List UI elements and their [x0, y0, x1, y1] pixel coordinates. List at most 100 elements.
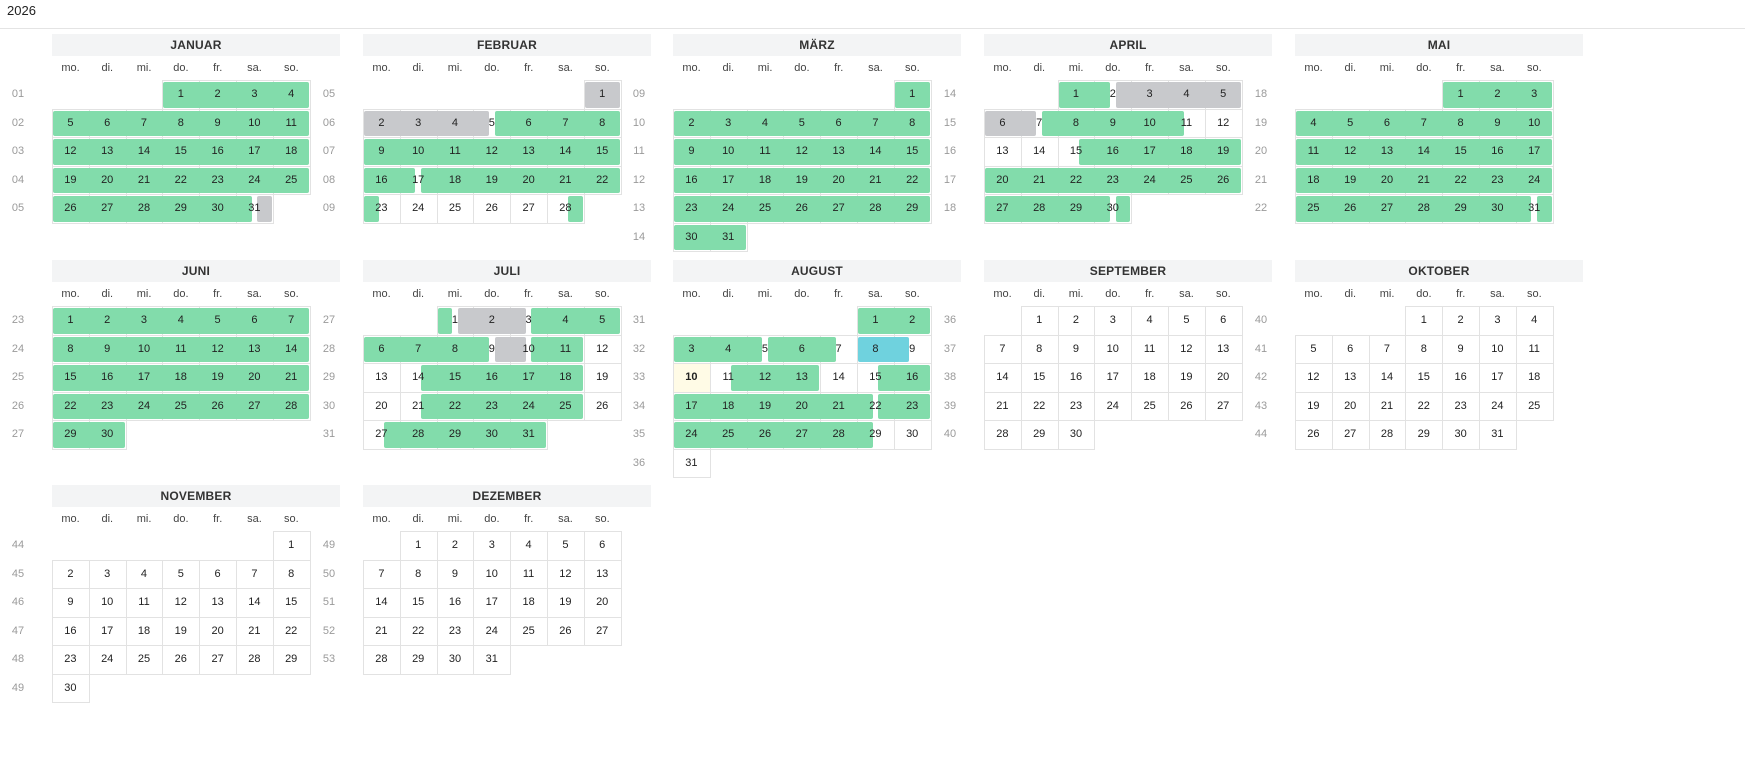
- booking-bar-green[interactable]: [163, 82, 309, 108]
- booking-bar-green[interactable]: [53, 196, 252, 222]
- day-cell[interactable]: [1331, 391, 1370, 421]
- day-cell[interactable]: [272, 588, 311, 618]
- day-cell[interactable]: [436, 588, 475, 618]
- day-cell[interactable]: [984, 334, 1022, 364]
- day-cell[interactable]: [1131, 391, 1169, 421]
- day-cell[interactable]: [1057, 391, 1096, 421]
- day-cell[interactable]: [1331, 334, 1370, 364]
- day-cell[interactable]: [1515, 363, 1554, 393]
- booking-bar-green[interactable]: [674, 422, 873, 448]
- day-cell[interactable]: [583, 559, 622, 589]
- booking-bar-gray[interactable]: [364, 110, 489, 136]
- day-cell[interactable]: [547, 531, 585, 561]
- day-cell[interactable]: [1442, 363, 1480, 393]
- booking-bar-green[interactable]: [53, 422, 125, 448]
- day-cell[interactable]: [1368, 334, 1407, 364]
- booking-bar-green[interactable]: [858, 308, 930, 334]
- day-cell[interactable]: [583, 588, 622, 618]
- day-cell[interactable]: [1020, 334, 1059, 364]
- day-cell[interactable]: [52, 588, 90, 618]
- day-cell[interactable]: [473, 645, 512, 675]
- day-cell[interactable]: [1057, 334, 1096, 364]
- day-cell[interactable]: [272, 645, 311, 675]
- booking-bar-green[interactable]: [674, 196, 930, 222]
- booking-bar-green[interactable]: [421, 393, 583, 419]
- day-cell[interactable]: [473, 616, 512, 646]
- day-cell[interactable]: [199, 588, 237, 618]
- day-cell[interactable]: [1094, 363, 1133, 393]
- day-cell[interactable]: [162, 645, 201, 675]
- day-cell[interactable]: [1057, 363, 1096, 393]
- day-cell[interactable]: [1204, 306, 1243, 336]
- day-cell[interactable]: [236, 645, 274, 675]
- day-cell[interactable]: [1295, 391, 1333, 421]
- day-cell[interactable]: [199, 645, 237, 675]
- day-cell[interactable]: [1094, 391, 1133, 421]
- day-cell[interactable]: [1368, 420, 1407, 450]
- booking-bar-green[interactable]: [767, 336, 836, 362]
- day-cell[interactable]: [88, 588, 127, 618]
- booking-bar-green[interactable]: [894, 82, 930, 108]
- day-cell[interactable]: [199, 616, 237, 646]
- booking-bar-green[interactable]: [53, 139, 309, 165]
- day-cell[interactable]: [1020, 306, 1059, 336]
- day-cell[interactable]: [272, 616, 311, 646]
- day-cell[interactable]: [399, 616, 438, 646]
- day-cell[interactable]: [52, 616, 90, 646]
- day-cell[interactable]: [1295, 363, 1333, 393]
- booking-bar-green[interactable]: [674, 336, 763, 362]
- booking-bar-green[interactable]: [53, 393, 309, 419]
- booking-bar-green[interactable]: [421, 365, 583, 391]
- day-cell[interactable]: [1168, 391, 1206, 421]
- booking-bar-green[interactable]: [53, 110, 309, 136]
- booking-bar-green[interactable]: [53, 336, 309, 362]
- day-cell[interactable]: [436, 194, 475, 224]
- day-cell[interactable]: [125, 616, 164, 646]
- day-cell[interactable]: [1405, 334, 1444, 364]
- day-cell[interactable]: [1094, 334, 1133, 364]
- day-cell[interactable]: [1515, 334, 1554, 364]
- day-cell[interactable]: [473, 588, 512, 618]
- day-cell[interactable]: [1442, 306, 1480, 336]
- day-cell[interactable]: [363, 559, 401, 589]
- day-cell[interactable]: [1020, 420, 1059, 450]
- day-cell[interactable]: [583, 363, 622, 393]
- day-cell[interactable]: [1020, 391, 1059, 421]
- booking-bar-gray[interactable]: [985, 110, 1037, 136]
- booking-bar-green[interactable]: [364, 139, 620, 165]
- day-cell[interactable]: [236, 588, 274, 618]
- day-cell[interactable]: [1479, 306, 1517, 336]
- day-cell[interactable]: [162, 588, 201, 618]
- day-cell[interactable]: [510, 588, 548, 618]
- booking-bar-green[interactable]: [384, 422, 546, 448]
- day-cell[interactable]: [583, 391, 622, 421]
- day-cell[interactable]: [162, 616, 201, 646]
- day-cell[interactable]: [399, 194, 438, 224]
- day-cell[interactable]: [125, 559, 164, 589]
- day-cell[interactable]: [272, 559, 311, 589]
- day-cell[interactable]: [88, 616, 127, 646]
- day-cell[interactable]: [1204, 363, 1243, 393]
- day-cell[interactable]: [1168, 306, 1206, 336]
- day-cell[interactable]: [436, 531, 475, 561]
- booking-bar-green[interactable]: [1296, 167, 1552, 193]
- day-cell[interactable]: [52, 559, 90, 589]
- day-cell[interactable]: [893, 420, 932, 450]
- day-cell[interactable]: [436, 559, 475, 589]
- day-cell[interactable]: [1168, 363, 1206, 393]
- day-cell[interactable]: [363, 645, 401, 675]
- day-cell[interactable]: [1020, 363, 1059, 393]
- day-cell[interactable]: [1204, 108, 1243, 138]
- day-cell[interactable]: [436, 645, 475, 675]
- booking-bar-green[interactable]: [1537, 196, 1552, 222]
- day-cell[interactable]: [547, 559, 585, 589]
- day-cell[interactable]: [984, 391, 1022, 421]
- booking-bar-green[interactable]: [437, 308, 453, 334]
- day-cell[interactable]: [399, 645, 438, 675]
- day-cell[interactable]: [1331, 420, 1370, 450]
- day-cell[interactable]: [52, 645, 90, 675]
- day-cell[interactable]: [1295, 420, 1333, 450]
- booking-bar-green[interactable]: [674, 110, 930, 136]
- day-cell[interactable]: [984, 137, 1022, 167]
- day-cell[interactable]: [1442, 420, 1480, 450]
